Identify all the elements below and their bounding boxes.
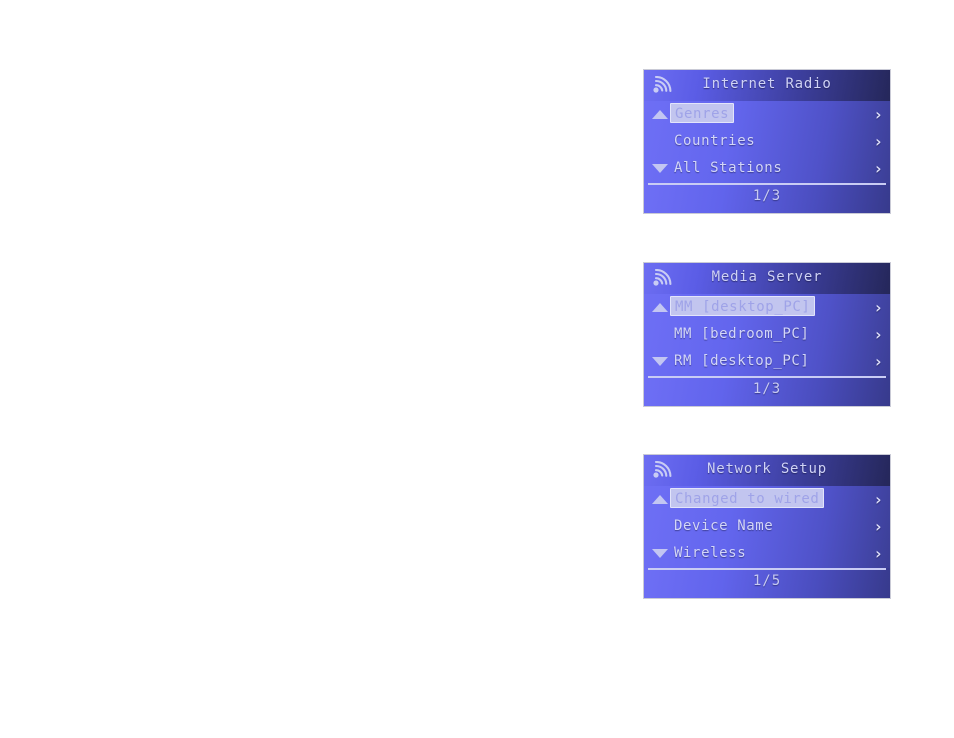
- chevron-right-icon[interactable]: ›: [873, 540, 883, 567]
- scroll-up-icon[interactable]: [652, 110, 668, 119]
- device-screen-network-setup: Network Setup Changed to wired › Device Nam…: [644, 455, 890, 598]
- menu-item-media-server-2[interactable]: RM [desktop_PC] ›: [644, 348, 890, 375]
- menu-item-media-server-0[interactable]: MM [desktop_PC] ›: [644, 294, 890, 321]
- page-indicator: 1/5: [752, 573, 782, 589]
- scroll-up-icon[interactable]: [652, 303, 668, 312]
- chevron-right-icon[interactable]: ›: [873, 348, 883, 375]
- screen-footer-internet-radio: 1/3: [644, 183, 890, 213]
- screen-title: Internet Radio: [702, 76, 832, 92]
- chevron-right-icon[interactable]: ›: [873, 321, 883, 348]
- menu-list-network-setup: Changed to wired › Device Name › Wireless ›: [644, 486, 890, 568]
- screen-title: Network Setup: [707, 461, 827, 477]
- menu-item-internet-radio-0[interactable]: Genres ›: [644, 101, 890, 128]
- footer-divider: [648, 183, 886, 185]
- chevron-right-icon[interactable]: ›: [873, 294, 883, 321]
- screen-header-internet-radio: Internet Radio: [644, 70, 890, 101]
- menu-item-network-setup-0[interactable]: Changed to wired ›: [644, 486, 890, 513]
- footer-divider: [648, 568, 886, 570]
- screen-footer-media-server: 1/3: [644, 376, 890, 406]
- menu-item-internet-radio-2[interactable]: All Stations ›: [644, 155, 890, 182]
- scroll-down-icon[interactable]: [652, 357, 668, 366]
- menu-item-label: Wireless: [674, 545, 747, 561]
- screen-header-network-setup: Network Setup: [644, 455, 890, 486]
- page-indicator: 1/3: [752, 188, 782, 204]
- chevron-right-icon[interactable]: ›: [873, 101, 883, 128]
- chevron-right-icon[interactable]: ›: [873, 513, 883, 540]
- menu-item-label: Countries: [674, 133, 756, 149]
- screen-title: Media Server: [711, 269, 823, 285]
- menu-item-label: All Stations: [674, 160, 783, 176]
- menu-item-network-setup-1[interactable]: Device Name ›: [644, 513, 890, 540]
- menu-item-label: Device Name: [674, 518, 774, 534]
- footer-divider: [648, 376, 886, 378]
- scroll-up-icon[interactable]: [652, 495, 668, 504]
- screen-footer-network-setup: 1/5: [644, 568, 890, 598]
- menu-item-label: Genres: [670, 103, 735, 123]
- menu-item-label: RM [desktop_PC]: [674, 353, 810, 369]
- menu-item-label: Changed to wired: [670, 488, 825, 508]
- menu-item-media-server-1[interactable]: MM [bedroom_PC] ›: [644, 321, 890, 348]
- chevron-right-icon[interactable]: ›: [873, 155, 883, 182]
- chevron-right-icon[interactable]: ›: [873, 128, 883, 155]
- menu-item-network-setup-2[interactable]: Wireless ›: [644, 540, 890, 567]
- menu-item-label: MM [bedroom_PC]: [674, 326, 810, 342]
- screen-header-media-server: Media Server: [644, 263, 890, 294]
- scroll-down-icon[interactable]: [652, 164, 668, 173]
- device-screen-internet-radio: Internet Radio Genres › Countries › All Stati…: [644, 70, 890, 213]
- scroll-down-icon[interactable]: [652, 549, 668, 558]
- menu-item-internet-radio-1[interactable]: Countries ›: [644, 128, 890, 155]
- chevron-right-icon[interactable]: ›: [873, 486, 883, 513]
- menu-list-media-server: MM [desktop_PC] › MM [bedroom_PC] › RM [desk…: [644, 294, 890, 376]
- page-indicator: 1/3: [752, 381, 782, 397]
- menu-item-label: MM [desktop_PC]: [670, 296, 816, 316]
- device-screen-media-server: Media Server MM [desktop_PC] › MM [bedroom_…: [644, 263, 890, 406]
- menu-list-internet-radio: Genres › Countries › All Stations ›: [644, 101, 890, 183]
